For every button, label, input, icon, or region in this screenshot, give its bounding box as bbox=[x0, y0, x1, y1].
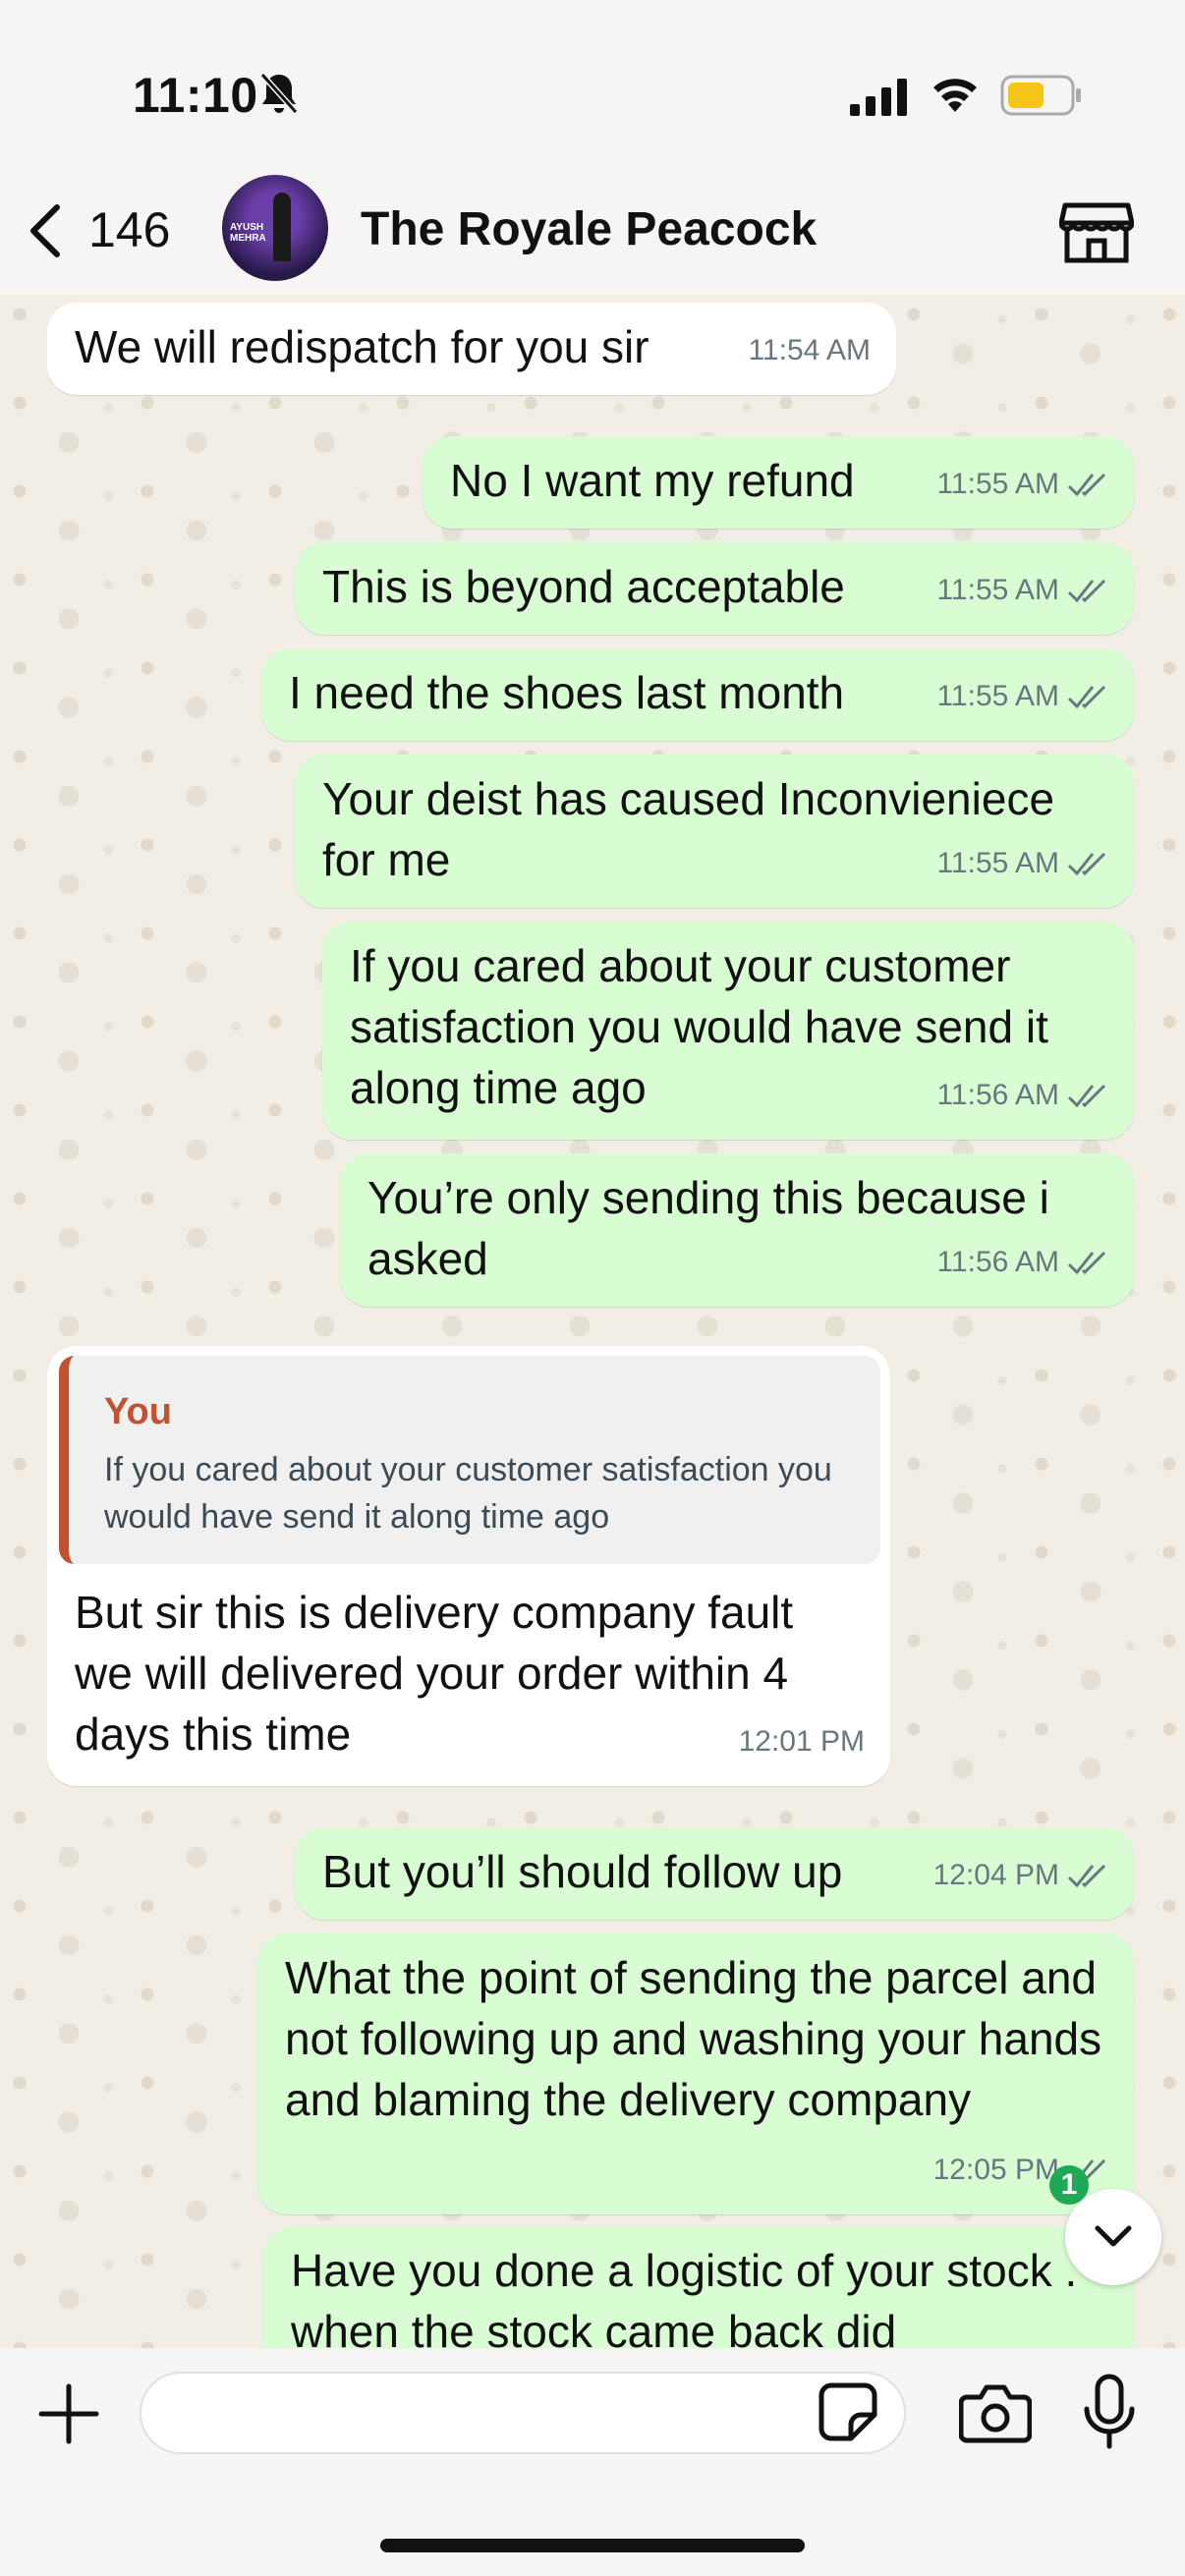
message-outgoing[interactable]: You’re only sending this because i asked… bbox=[340, 1153, 1134, 1307]
contact-name[interactable]: The Royale Peacock bbox=[361, 202, 817, 256]
quoted-message[interactable]: You If you cared about your customer sat… bbox=[59, 1356, 880, 1564]
double-check-icon bbox=[1067, 1251, 1106, 1275]
unread-badge: 1 bbox=[1049, 2165, 1089, 2205]
microphone-icon[interactable] bbox=[1081, 2374, 1138, 2450]
quote-author: You bbox=[104, 1391, 172, 1432]
message-time: 11:54 AM bbox=[748, 334, 871, 366]
message-text: What the point of sending the parcel and… bbox=[285, 1952, 1102, 2125]
scroll-to-bottom-button[interactable] bbox=[1065, 2189, 1161, 2285]
bell-muted-icon bbox=[259, 72, 299, 115]
message-text: But you’ll should follow up bbox=[322, 1846, 843, 1897]
back-chevron-icon[interactable] bbox=[26, 201, 65, 260]
message-input[interactable] bbox=[140, 2372, 906, 2454]
camera-icon[interactable] bbox=[959, 2383, 1032, 2444]
message-outgoing[interactable]: I need the shoes last month 11:55 AM bbox=[261, 648, 1134, 741]
double-check-icon bbox=[1067, 473, 1106, 497]
message-incoming[interactable]: We will redispatch for you sir 11:54 AM bbox=[47, 303, 896, 395]
double-check-icon bbox=[1067, 1084, 1106, 1108]
business-store-icon[interactable] bbox=[1059, 201, 1134, 264]
quote-text: If you cared about your customer satisfa… bbox=[104, 1451, 832, 1536]
message-time: 11:55 AM bbox=[936, 666, 1108, 727]
avatar-figure bbox=[273, 193, 291, 261]
avatar-logo-text: AYUSH MEHRA bbox=[230, 222, 266, 244]
message-outgoing[interactable]: If you cared about your customer satisfa… bbox=[322, 922, 1134, 1140]
message-time: 11:55 AM bbox=[936, 833, 1108, 894]
double-check-icon bbox=[1067, 1864, 1106, 1888]
message-text: Have you done a logistic of your stock .… bbox=[291, 2245, 1078, 2348]
wifi-icon bbox=[933, 79, 977, 112]
message-outgoing[interactable]: What the point of sending the parcel and… bbox=[257, 1933, 1134, 2214]
message-time: 12:01 PM bbox=[738, 1725, 865, 1758]
battery-icon bbox=[1000, 75, 1081, 116]
message-text: We will redispatch for you sir bbox=[75, 321, 649, 372]
message-text: I need the shoes last month bbox=[289, 667, 845, 718]
plus-attach-icon[interactable] bbox=[37, 2382, 100, 2445]
message-outgoing[interactable]: Your deist has caused Inconvieniece for … bbox=[295, 755, 1134, 908]
status-time: 11:10 bbox=[133, 68, 258, 123]
double-check-icon bbox=[1067, 579, 1106, 603]
double-check-icon bbox=[1067, 852, 1106, 876]
message-outgoing[interactable]: But you’ll should follow up 12:04 PM bbox=[295, 1827, 1134, 1920]
message-time: 11:56 AM bbox=[936, 1232, 1108, 1293]
contact-avatar[interactable]: AYUSH MEHRA bbox=[222, 175, 328, 281]
message-text: No I want my refund bbox=[450, 455, 855, 506]
message-outgoing[interactable]: This is beyond acceptable 11:55 AM bbox=[295, 542, 1134, 635]
message-outgoing[interactable]: Have you done a logistic of your stock .… bbox=[263, 2226, 1134, 2348]
message-time: 12:04 PM bbox=[933, 1845, 1108, 1906]
home-indicator bbox=[380, 2539, 805, 2552]
message-text: But sir this is delivery company fault w… bbox=[75, 1587, 794, 1760]
message-time: 11:55 AM bbox=[936, 560, 1108, 621]
message-outgoing[interactable]: No I want my refund 11:55 AM bbox=[423, 436, 1134, 529]
cellular-signal-icon bbox=[850, 79, 907, 116]
message-time: 11:55 AM bbox=[936, 454, 1108, 515]
chevron-down-icon bbox=[1095, 2225, 1132, 2247]
unread-chats-count[interactable]: 146 bbox=[88, 201, 170, 258]
double-check-icon bbox=[1067, 685, 1106, 709]
sticker-icon[interactable] bbox=[818, 2381, 878, 2442]
message-time: 11:56 AM bbox=[936, 1065, 1108, 1126]
message-text: This is beyond acceptable bbox=[322, 561, 845, 612]
